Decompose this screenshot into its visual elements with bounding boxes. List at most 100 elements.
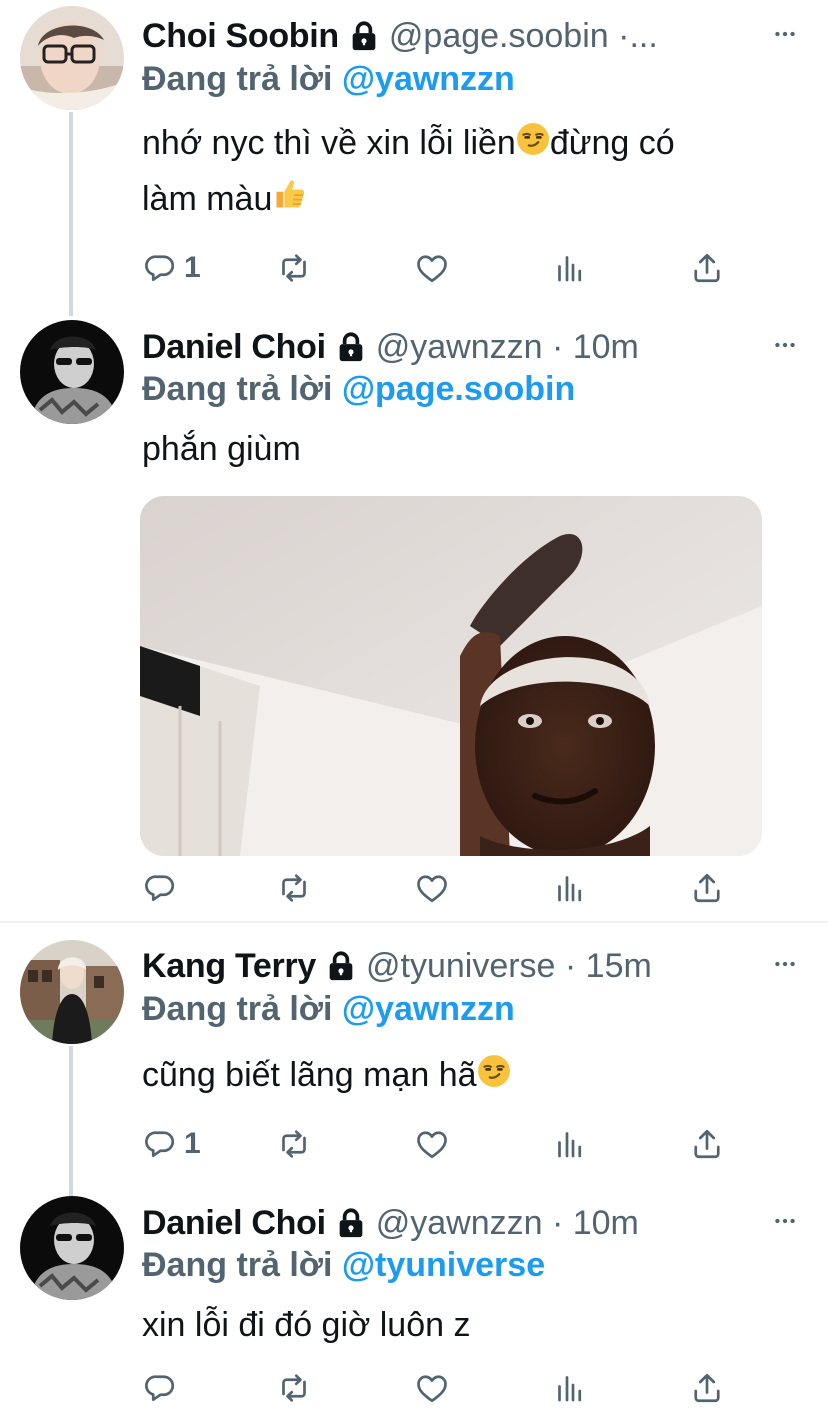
views-icon: [552, 870, 588, 906]
reply-mention[interactable]: @yawnzzn: [342, 990, 515, 1028]
avatar-choi-soobin[interactable]: [20, 6, 124, 110]
lock-icon: [334, 1206, 368, 1240]
username[interactable]: @yawnzzn · 10m: [376, 328, 639, 367]
retweet-button[interactable]: [276, 248, 312, 288]
reply-context: Đang trả lời @page.soobin: [142, 370, 575, 409]
tweet-actions: 1: [142, 1124, 798, 1164]
reply-mention[interactable]: @page.soobin: [342, 370, 575, 408]
username[interactable]: @yawnzzn · 10m: [376, 1204, 639, 1243]
more-icon[interactable]: [770, 1206, 800, 1236]
more-icon[interactable]: [770, 949, 800, 979]
display-name[interactable]: Daniel Choi: [142, 328, 326, 367]
reply-prefix: Đang trả lời: [142, 1246, 333, 1284]
reply-prefix: Đang trả lời: [142, 60, 333, 98]
reply-prefix: Đang trả lời: [142, 370, 333, 408]
retweet-icon: [276, 1370, 312, 1406]
avatar-kang-terry[interactable]: [20, 940, 124, 1044]
like-button[interactable]: [414, 868, 450, 908]
lock-icon: [334, 330, 368, 364]
thread-line: [69, 1046, 73, 1196]
tweet-actions: [142, 868, 798, 908]
smirk-emoji-icon: [477, 1050, 511, 1104]
thread-line: [69, 112, 73, 316]
display-name[interactable]: Daniel Choi: [142, 1204, 326, 1243]
reply-button[interactable]: [142, 868, 184, 908]
reply-prefix: Đang trả lời: [142, 990, 333, 1028]
lock-icon: [324, 949, 358, 983]
reply-button[interactable]: 1: [142, 1124, 201, 1164]
views-icon: [552, 1370, 588, 1406]
reply-count: 1: [184, 251, 201, 284]
retweet-button[interactable]: [276, 1368, 312, 1408]
retweet-button[interactable]: [276, 868, 312, 908]
reply-mention[interactable]: @tyuniverse: [342, 1246, 545, 1284]
retweet-icon: [276, 870, 312, 906]
views-button[interactable]: [552, 1368, 588, 1408]
tweet-text: nhớ nyc thì về xin lỗi liền đừng có làm m…: [142, 116, 798, 228]
like-icon: [414, 870, 450, 906]
tweet-actions: 1: [142, 248, 798, 288]
like-icon: [414, 250, 450, 286]
views-icon: [552, 250, 588, 286]
tweet-kang-terry[interactable]: Kang Terry @tyuniverse · 15m Đang trả lờ…: [0, 926, 828, 1196]
reply-count: 1: [184, 1127, 201, 1160]
reply-icon: [142, 1126, 178, 1162]
share-button[interactable]: [689, 868, 725, 908]
share-icon: [689, 1126, 725, 1162]
like-icon: [414, 1126, 450, 1162]
thread-divider: [0, 921, 828, 923]
tweet-header: Choi Soobin @page.soobin ·...: [142, 16, 768, 56]
share-button[interactable]: [689, 248, 725, 288]
share-icon: [689, 1370, 725, 1406]
tweet-text-part: đừng có: [549, 124, 675, 162]
tweet-text-part: nhớ nyc thì về xin lỗi liền: [142, 124, 516, 162]
retweet-icon: [276, 1126, 312, 1162]
views-icon: [552, 1126, 588, 1162]
reply-button[interactable]: [142, 1368, 184, 1408]
reply-icon: [142, 250, 178, 286]
tweet-media-image[interactable]: [140, 496, 762, 856]
views-button[interactable]: [552, 1124, 588, 1164]
avatar-daniel-choi[interactable]: [20, 320, 124, 424]
username[interactable]: @page.soobin ·...: [389, 17, 658, 56]
username[interactable]: @tyuniverse · 15m: [366, 947, 652, 986]
reply-context: Đang trả lời @yawnzzn: [142, 990, 515, 1029]
more-icon[interactable]: [770, 19, 800, 49]
tweet-daniel-1[interactable]: Daniel Choi @yawnzzn · 10m Đang trả lời …: [0, 316, 828, 920]
reply-context: Đang trả lời @tyuniverse: [142, 1246, 545, 1285]
display-name[interactable]: Choi Soobin: [142, 17, 339, 56]
share-icon: [689, 250, 725, 286]
like-button[interactable]: [414, 1124, 450, 1164]
tweet-text: xin lỗi đi đó giờ luôn z: [142, 1306, 471, 1344]
share-button[interactable]: [689, 1124, 725, 1164]
tweet-actions: [142, 1368, 798, 1408]
like-icon: [414, 1370, 450, 1406]
tweet-daniel-2[interactable]: Daniel Choi @yawnzzn · 10m Đang trả lời …: [0, 1192, 828, 1402]
display-name[interactable]: Kang Terry: [142, 947, 316, 986]
reply-mention[interactable]: @yawnzzn: [342, 60, 515, 98]
avatar-daniel-choi[interactable]: [20, 1196, 124, 1300]
tweet-header: Daniel Choi @yawnzzn · 10m: [142, 1203, 768, 1243]
like-button[interactable]: [414, 1368, 450, 1408]
tweet-soobin[interactable]: Choi Soobin @page.soobin ·... Đang trả l…: [0, 0, 828, 316]
share-button[interactable]: [689, 1368, 725, 1408]
tweet-header: Daniel Choi @yawnzzn · 10m: [142, 327, 768, 367]
views-button[interactable]: [552, 248, 588, 288]
tweet-text-part: cũng biết lãng mạn hã: [142, 1056, 477, 1094]
reply-context: Đang trả lời @yawnzzn: [142, 60, 515, 99]
like-button[interactable]: [414, 248, 450, 288]
reply-icon: [142, 870, 178, 906]
retweet-icon: [276, 250, 312, 286]
tweet-header: Kang Terry @tyuniverse · 15m: [142, 946, 768, 986]
tweet-text: cũng biết lãng mạn hã: [142, 1048, 798, 1104]
reply-button[interactable]: 1: [142, 248, 201, 288]
views-button[interactable]: [552, 868, 588, 908]
smirk-emoji-icon: [516, 118, 550, 172]
tweet-text: phắn giùm: [142, 430, 301, 468]
lock-icon: [347, 19, 381, 53]
more-icon[interactable]: [770, 330, 800, 360]
thumbs-up-emoji-icon: [272, 174, 308, 228]
share-icon: [689, 870, 725, 906]
tweet-text-part: làm màu: [142, 180, 273, 219]
retweet-button[interactable]: [276, 1124, 312, 1164]
